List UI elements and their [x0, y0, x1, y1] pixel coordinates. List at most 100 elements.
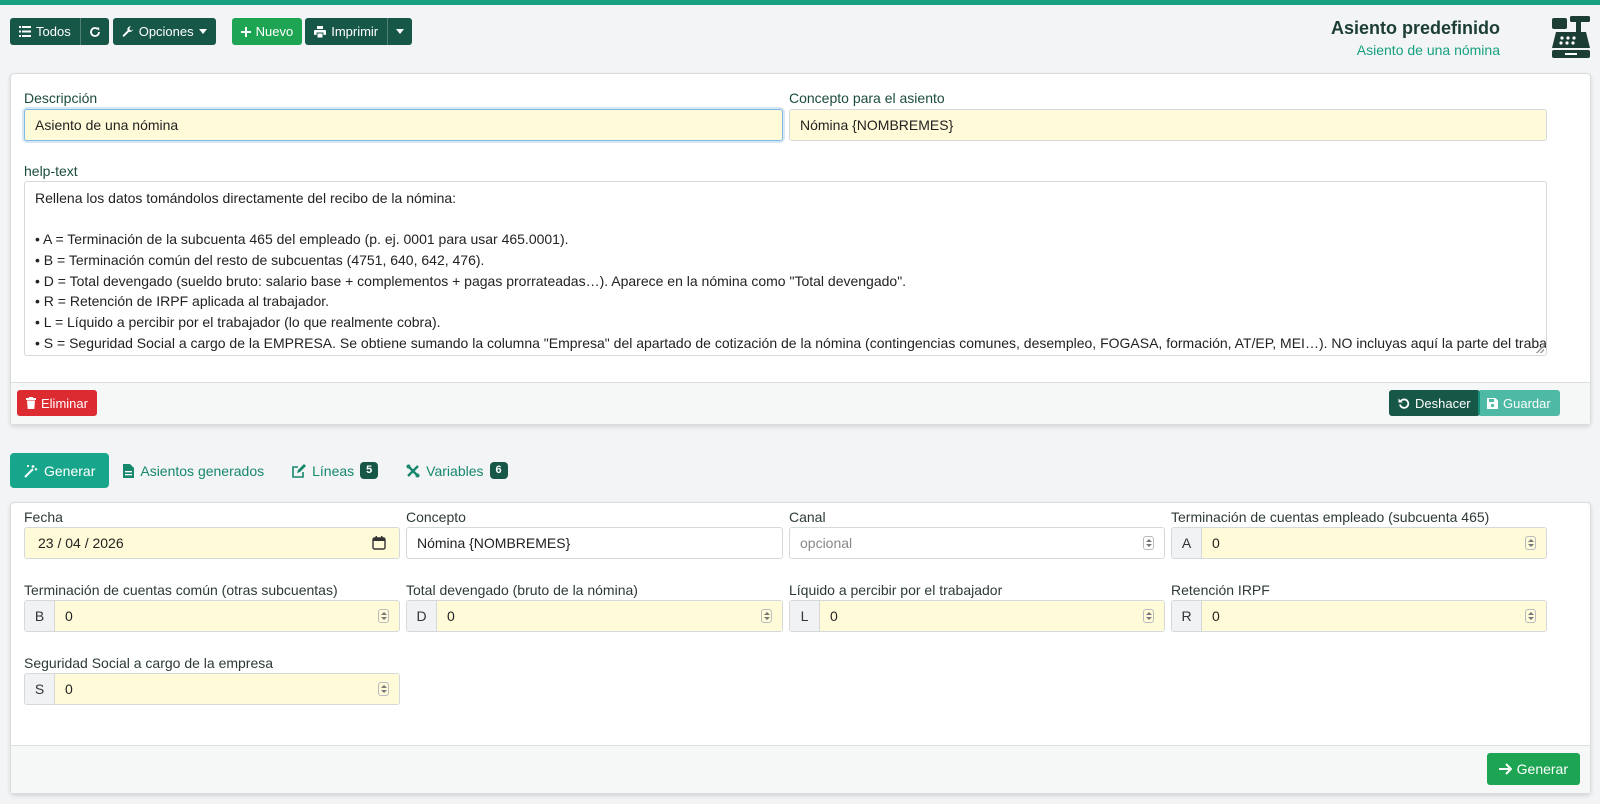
- delete-button[interactable]: Eliminar: [17, 390, 97, 416]
- options-button[interactable]: Opciones: [112, 18, 216, 45]
- tab-bar: Generar Asientos generados Líneas 5 Vari…: [10, 453, 522, 488]
- date-label: Fecha: [24, 509, 63, 525]
- wrench-icon: [122, 25, 133, 37]
- generate-concept-input[interactable]: Nómina {NOMBREMES}: [406, 527, 783, 559]
- tab-generated-entries[interactable]: Asientos generados: [109, 453, 278, 488]
- new-button-label: Nuevo: [255, 24, 294, 39]
- generate-submit-button[interactable]: Generar: [1486, 753, 1580, 785]
- channel-input[interactable]: opcional: [789, 527, 1165, 559]
- var-a-prefix: A: [1172, 528, 1202, 558]
- reload-icon: [89, 26, 100, 37]
- plus-icon: [240, 26, 251, 37]
- help-text-label: help-text: [24, 163, 78, 179]
- var-b-spinner[interactable]: [378, 609, 389, 623]
- chevron-down-icon: [396, 29, 405, 34]
- var-b-input[interactable]: 0: [55, 601, 399, 631]
- var-s-spinner[interactable]: [378, 682, 389, 696]
- var-s-label: Seguridad Social a cargo de la empresa: [24, 655, 274, 671]
- resize-handle[interactable]: [1536, 345, 1544, 353]
- var-b-label: Terminación de cuentas común (otras subc…: [24, 582, 338, 598]
- all-button-label: Todos: [36, 24, 71, 39]
- var-a-input[interactable]: 0: [1202, 528, 1546, 558]
- toolbar: Todos Opciones Nuevo Imprimir: [10, 18, 413, 45]
- var-r-spinner[interactable]: [1525, 609, 1536, 623]
- description-label: Descripción: [24, 90, 98, 106]
- var-l-input-group: L 0: [789, 600, 1165, 632]
- top-accent-bar: [0, 0, 1600, 5]
- list-icon: [19, 26, 31, 37]
- print-button[interactable]: Imprimir: [305, 18, 388, 45]
- help-line: • B = Terminación común del resto de sub…: [35, 252, 485, 269]
- channel-spinner[interactable]: [1143, 536, 1154, 550]
- help-line: Rellena los datos tomándolos directament…: [35, 190, 457, 206]
- var-d-value: 0: [447, 608, 455, 624]
- options-button-label: Opciones: [138, 24, 194, 39]
- var-l-spinner[interactable]: [1143, 609, 1154, 623]
- help-line: • S = Seguridad Social a cargo de la EMP…: [35, 334, 1547, 351]
- var-l-input[interactable]: 0: [820, 601, 1164, 631]
- tab-lines-label: Líneas: [312, 462, 355, 479]
- var-r-prefix: R: [1172, 601, 1202, 631]
- description-value: Asiento de una nómina: [35, 117, 179, 133]
- save-icon: [1487, 397, 1498, 409]
- arrow-right-icon: [1498, 763, 1512, 775]
- tab-variables-label: Variables: [426, 462, 484, 479]
- save-button[interactable]: Guardar: [1478, 390, 1560, 416]
- calendar-icon[interactable]: [372, 536, 386, 550]
- cash-register-icon: [1552, 16, 1590, 58]
- var-a-spinner[interactable]: [1525, 536, 1536, 550]
- reload-button[interactable]: [79, 18, 109, 45]
- page-subtitle: Asiento de una nómina: [1356, 42, 1500, 58]
- save-button-label: Guardar: [1503, 395, 1551, 411]
- help-line: • L = Líquido a percibir por el trabajad…: [35, 314, 441, 331]
- magic-wand-icon: [24, 464, 38, 478]
- undo-button[interactable]: Deshacer: [1389, 390, 1480, 416]
- all-button-group: Todos: [10, 18, 109, 45]
- concept-value: Nómina {NOMBREMES}: [800, 117, 954, 133]
- new-button[interactable]: Nuevo: [231, 18, 303, 45]
- file-icon: [123, 463, 135, 478]
- var-l-label: Líquido a percibir por el trabajador: [789, 582, 1003, 598]
- tab-variables[interactable]: Variables 6: [392, 453, 521, 488]
- var-b-prefix: B: [25, 601, 55, 631]
- var-a-label: Terminación de cuentas empleado (subcuen…: [1171, 509, 1490, 525]
- var-d-label: Total devengado (bruto de la nómina): [406, 582, 638, 598]
- date-input[interactable]: 23 / 04 / 2026: [24, 527, 400, 559]
- generate-concept-label: Concepto: [406, 509, 466, 525]
- var-a-input-group: A 0: [1171, 527, 1547, 559]
- all-button[interactable]: Todos: [10, 18, 80, 45]
- var-l-prefix: L: [790, 601, 820, 631]
- date-value: 23 / 04 / 2026: [38, 535, 124, 551]
- var-r-input-group: R 0: [1171, 600, 1547, 632]
- tools-icon: [406, 464, 420, 477]
- var-s-value: 0: [65, 681, 73, 697]
- help-text-area[interactable]: Rellena los datos tomándolos directament…: [24, 181, 1547, 356]
- entry-form-card: Descripción Asiento de una nómina Concep…: [10, 73, 1591, 425]
- print-icon: [314, 25, 327, 38]
- concept-input[interactable]: Nómina {NOMBREMES}: [789, 109, 1547, 141]
- var-d-prefix: D: [407, 601, 437, 631]
- var-d-input[interactable]: 0: [437, 601, 782, 631]
- entry-form-footer: Eliminar Deshacer Guardar: [11, 382, 1590, 424]
- trash-icon: [26, 397, 36, 409]
- var-s-input-group: S 0: [24, 673, 400, 705]
- print-dropdown-toggle[interactable]: [387, 18, 413, 45]
- channel-placeholder: opcional: [800, 535, 853, 551]
- lines-count-badge: 5: [360, 462, 379, 479]
- description-input[interactable]: Asiento de una nómina: [24, 109, 783, 141]
- var-r-value: 0: [1212, 608, 1220, 624]
- edit-icon: [292, 463, 307, 478]
- var-r-input[interactable]: 0: [1202, 601, 1546, 631]
- var-d-input-group: D 0: [406, 600, 783, 632]
- generate-submit-label: Generar: [1516, 761, 1568, 777]
- page-title: Asiento predefinido: [1330, 18, 1500, 38]
- print-button-group: Imprimir: [305, 18, 413, 45]
- var-d-spinner[interactable]: [761, 609, 772, 623]
- var-s-input[interactable]: 0: [55, 674, 399, 704]
- undo-icon: [1398, 398, 1410, 409]
- var-a-value: 0: [1212, 535, 1220, 551]
- tab-generate[interactable]: Generar: [10, 453, 110, 488]
- channel-label: Canal: [789, 509, 826, 525]
- tab-generated-entries-label: Asientos generados: [140, 462, 265, 479]
- tab-lines[interactable]: Líneas 5: [278, 453, 392, 488]
